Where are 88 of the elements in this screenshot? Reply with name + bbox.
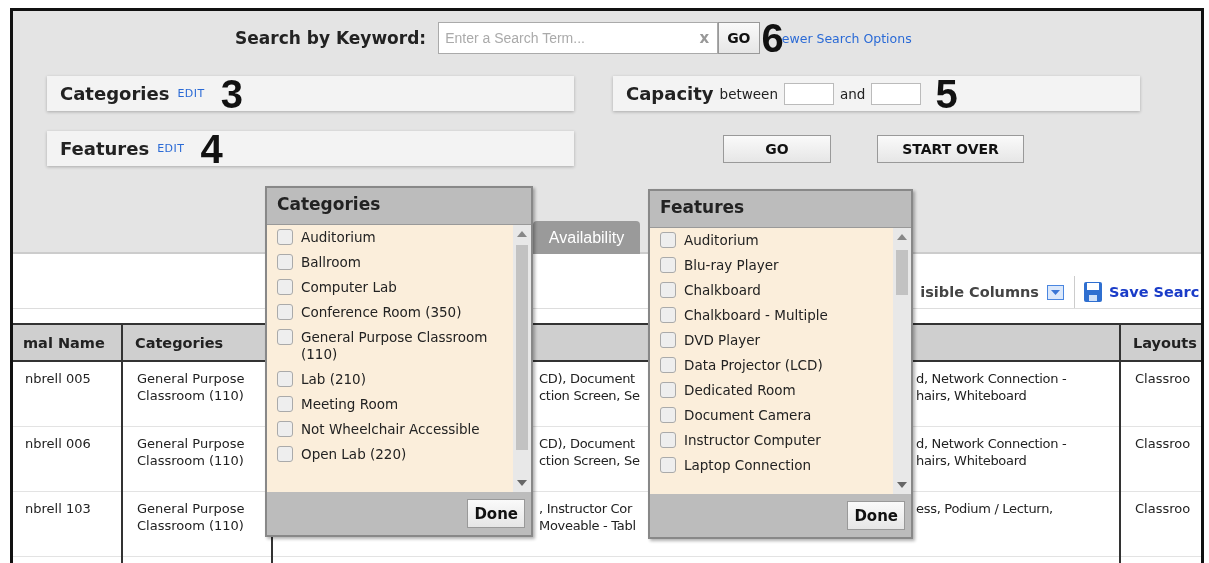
checkbox[interactable] — [277, 421, 293, 437]
done-button[interactable]: Done — [467, 499, 525, 528]
table-cell-text: CD), Document — [539, 435, 635, 452]
start-over-button[interactable]: START OVER — [877, 134, 1024, 163]
checkbox-option[interactable]: Data Projector (LCD) — [660, 357, 882, 374]
table-cell: nbrell 103 — [13, 491, 122, 557]
checkbox[interactable] — [277, 329, 293, 345]
table-cell: Classroo — [1120, 426, 1201, 492]
dropdown-icon — [1047, 284, 1064, 300]
checkbox[interactable] — [660, 357, 676, 373]
table-cell-text: d, Network Connection - — [916, 435, 1067, 452]
save-search-button[interactable]: Save Searc — [1083, 281, 1201, 303]
annotation-number: 4 — [200, 128, 223, 169]
checkbox-option[interactable]: Document Camera — [660, 407, 882, 424]
checkbox-option[interactable]: Auditorium — [277, 229, 499, 246]
table-cell: Classroo — [1120, 491, 1201, 557]
checkbox[interactable] — [277, 371, 293, 387]
table-cell-text: , Instructor Cor — [539, 500, 633, 517]
scrollbar-thumb[interactable] — [896, 250, 908, 295]
checkbox-option[interactable]: Instructor Computer — [660, 432, 882, 449]
table-cell-text: ction Screen, Se — [539, 387, 640, 404]
checkbox[interactable] — [660, 307, 676, 323]
filter-label: Categories — [60, 83, 170, 104]
done-button[interactable]: Done — [847, 501, 905, 530]
table-cell-text: CD), Document — [539, 370, 635, 387]
capacity-min-field[interactable] — [783, 82, 834, 105]
scroll-up-icon[interactable] — [897, 234, 907, 240]
checkbox[interactable] — [277, 279, 293, 295]
scrollbar[interactable] — [513, 225, 531, 492]
table-cell-text: d, Network Connection - — [916, 370, 1067, 387]
capacity-max-field[interactable] — [871, 82, 922, 105]
checkbox-option[interactable]: Ballroom — [277, 254, 499, 271]
checkbox-option[interactable]: Chalkboard — [660, 282, 882, 299]
checkbox-option[interactable]: Not Wheelchair Accessible — [277, 421, 499, 438]
checkbox[interactable] — [277, 254, 293, 270]
table-cell-text: ess, Podium / Lecturn, — [916, 500, 1053, 517]
annotation-number: 3 — [220, 73, 244, 114]
scrollbar-thumb[interactable] — [516, 245, 528, 450]
checkbox[interactable] — [660, 332, 676, 348]
checkbox[interactable] — [277, 229, 293, 245]
checkbox[interactable] — [660, 232, 676, 248]
table-cell: nbrell 006 — [13, 426, 122, 492]
filter-label: Features — [60, 138, 150, 159]
checkbox-option[interactable]: General Purpose Classroom (110) — [277, 329, 499, 363]
column-header[interactable]: mal Name — [13, 324, 122, 361]
table-cell-text: ction Screen, Se — [539, 452, 640, 469]
between-label: between — [719, 85, 778, 102]
checkbox-option[interactable]: Chalkboard - Multiple — [660, 307, 882, 324]
annotation-number: 6 — [761, 16, 784, 60]
table-cell: nbrell 005 — [13, 361, 122, 427]
scroll-down-icon[interactable] — [517, 480, 527, 486]
column-header[interactable]: Layouts — [1120, 324, 1201, 361]
table-cell-text: hairs, Whiteboard — [916, 452, 1027, 469]
checkbox-option[interactable]: Computer Lab — [277, 279, 499, 296]
edit-link[interactable]: EDIT — [157, 142, 185, 155]
go-button[interactable]: GO — [723, 134, 831, 163]
checkbox[interactable] — [660, 382, 676, 398]
checkbox[interactable] — [660, 457, 676, 473]
table-cell-text: Moveable - Tabl — [539, 517, 636, 534]
checkbox[interactable] — [660, 407, 676, 423]
table-cell: Classroo — [1120, 361, 1201, 427]
checkbox[interactable] — [660, 432, 676, 448]
checkbox[interactable] — [277, 446, 293, 462]
visible-columns-button[interactable]: isible Columns — [920, 276, 1075, 308]
scroll-up-icon[interactable] — [517, 231, 527, 237]
checkbox-option[interactable]: Conference Room (350) — [277, 304, 499, 321]
and-label: and — [839, 85, 866, 102]
checkbox-option[interactable]: Laptop Connection — [660, 457, 882, 474]
checkbox-option[interactable]: Dedicated Room — [660, 382, 882, 399]
annotation-number: 5 — [935, 73, 958, 114]
filter-label: Capacity — [626, 83, 714, 104]
checkbox[interactable] — [660, 282, 676, 298]
scrollbar[interactable] — [893, 228, 911, 494]
checkbox-option[interactable]: Auditorium — [660, 232, 882, 249]
search-label: Search by Keyword: — [235, 28, 427, 48]
search-go-button[interactable]: GO — [718, 22, 760, 54]
search-options-link[interactable]: ewer Search Options — [781, 30, 912, 46]
checkbox[interactable] — [277, 396, 293, 412]
checkbox[interactable] — [660, 257, 676, 273]
checkbox-option[interactable]: Meeting Room — [277, 396, 499, 413]
checkbox-option[interactable]: Open Lab (220) — [277, 446, 499, 463]
checkbox-option[interactable]: Blu-ray Player — [660, 257, 882, 274]
checkbox-option[interactable]: DVD Player — [660, 332, 882, 349]
table-cell-text: hairs, Whiteboard — [916, 387, 1027, 404]
checkbox[interactable] — [277, 304, 293, 320]
edit-link[interactable]: EDIT — [177, 87, 205, 100]
checkbox-option[interactable]: Lab (210) — [277, 371, 499, 388]
scroll-down-icon[interactable] — [897, 482, 907, 488]
